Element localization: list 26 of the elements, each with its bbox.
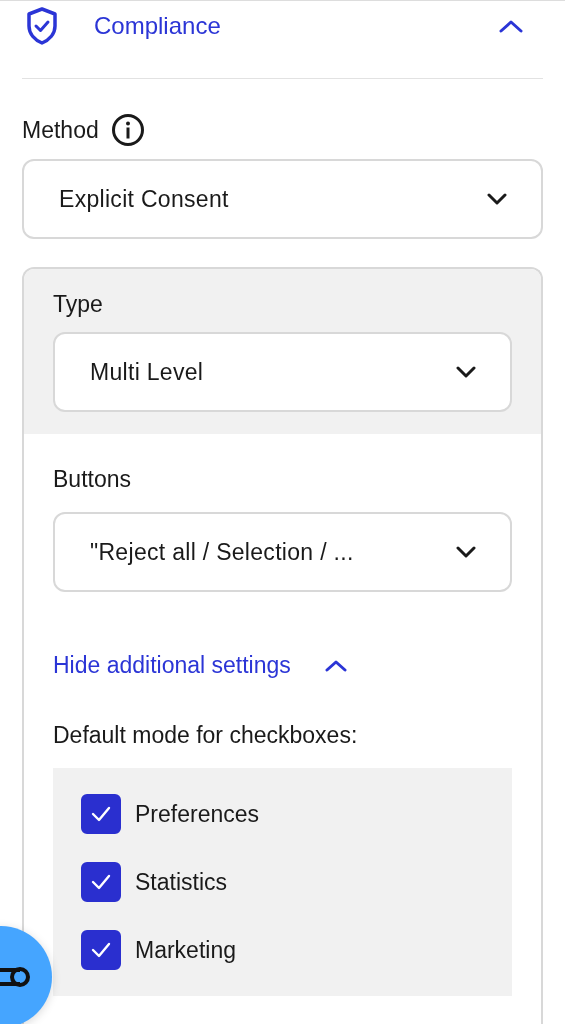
chevron-icon (456, 366, 476, 378)
checkbox[interactable] (81, 794, 121, 834)
buttons-select[interactable]: "Reject all / Selection / ... (53, 512, 512, 592)
field-label: Type (53, 291, 104, 318)
checkbox[interactable] (81, 862, 121, 902)
chevron-icon (487, 193, 507, 205)
check-icon (91, 874, 111, 890)
checkbox-label: Marketing (135, 936, 236, 964)
type-select[interactable]: Multi Level (53, 332, 512, 412)
shield-check-icon (26, 7, 58, 45)
info-icon[interactable] (110, 113, 145, 147)
checkboxes-label: Default mode for checkboxes: (53, 722, 359, 749)
chevron-icon (456, 546, 476, 558)
field-label: Method (22, 116, 99, 144)
section-title: Compliance (94, 12, 222, 40)
section-header[interactable]: Compliance (22, 1, 543, 51)
check-icon (91, 806, 111, 822)
chevron-icon[interactable] (324, 659, 347, 672)
checkbox[interactable] (81, 930, 121, 970)
checkbox-label: Preferences (135, 800, 259, 828)
settings-toggle-link[interactable]: Hide additional settings (53, 652, 291, 679)
check-icon (91, 942, 111, 958)
field-label: Buttons (53, 466, 132, 493)
chevron-icon[interactable] (499, 19, 523, 33)
checkbox-label: Statistics (135, 868, 228, 896)
method-select[interactable]: Explicit Consent (22, 159, 543, 239)
